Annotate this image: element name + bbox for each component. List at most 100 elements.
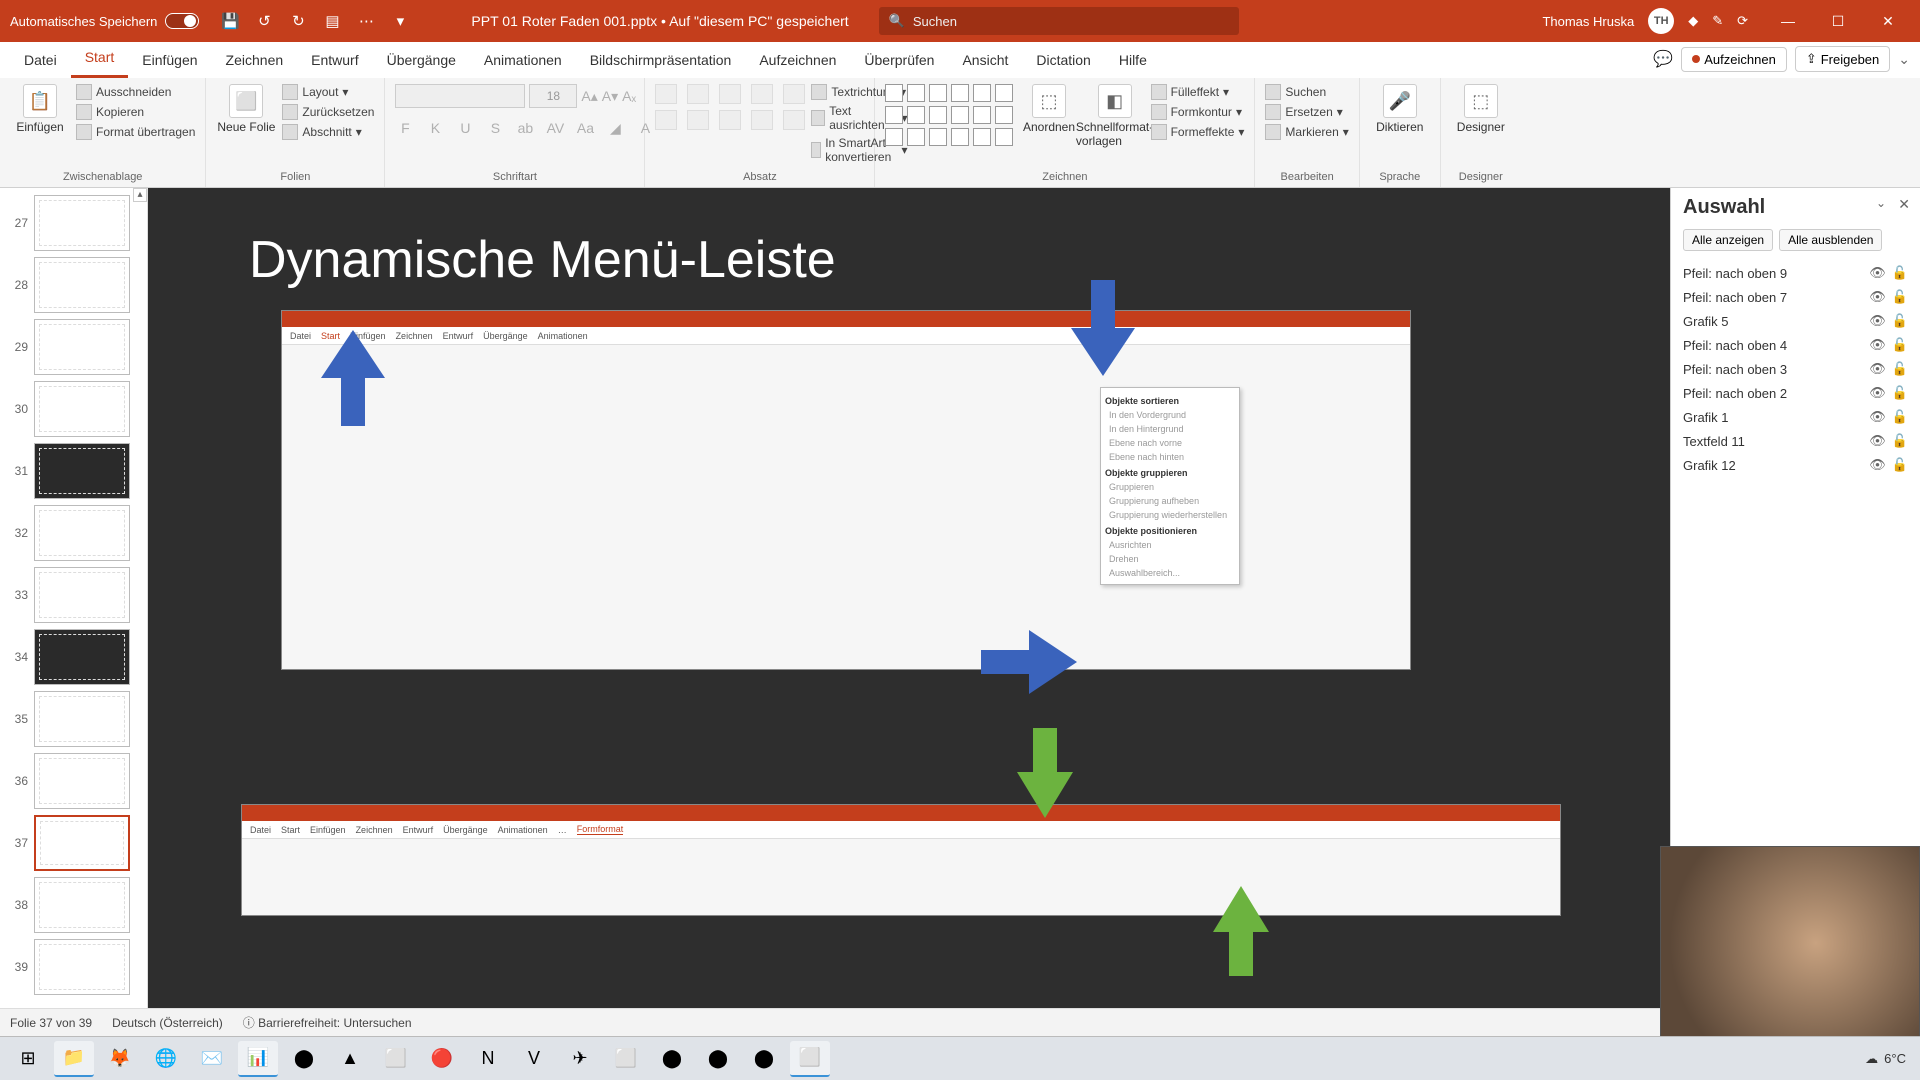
lock-icon[interactable]: 🔓 (1892, 289, 1908, 305)
reset-button[interactable]: Zurücksetzen (282, 104, 374, 120)
tab-aufzeichnen[interactable]: Aufzeichnen (745, 44, 850, 78)
selection-item[interactable]: Grafik 5👁🔓 (1683, 309, 1908, 333)
lock-icon[interactable]: 🔓 (1892, 337, 1908, 353)
maximize-button[interactable]: ☐ (1816, 13, 1860, 30)
underline-button[interactable]: U (455, 120, 475, 137)
scroll-up-icon[interactable]: ▴ (133, 188, 147, 202)
app-icon-6[interactable]: ⬤ (744, 1041, 784, 1077)
tab-animationen[interactable]: Animationen (470, 44, 576, 78)
present-icon[interactable]: ▤ (321, 10, 343, 32)
more-icon[interactable]: ⋯ (355, 10, 377, 32)
undo-icon[interactable]: ↺ (253, 10, 275, 32)
selection-pane-dropdown-icon[interactable]: ⌄ (1876, 196, 1886, 210)
numbering-icon[interactable] (687, 84, 709, 104)
case-button[interactable]: Aa (575, 120, 595, 137)
quickstyles-button[interactable]: ◧Schnellformat-vorlagen (1085, 84, 1145, 148)
lock-icon[interactable]: 🔓 (1892, 433, 1908, 449)
app-icon-1[interactable]: ⬤ (284, 1041, 324, 1077)
tab-ueberpruefen[interactable]: Überprüfen (850, 44, 948, 78)
ribbon-collapse-icon[interactable]: ⌄ (1898, 51, 1910, 68)
selection-item[interactable]: Pfeil: nach oben 2👁🔓 (1683, 381, 1908, 405)
telegram-icon[interactable]: ✈ (560, 1041, 600, 1077)
diamond-icon[interactable]: ◆ (1688, 13, 1698, 29)
lock-icon[interactable]: 🔓 (1892, 385, 1908, 401)
tab-bildschirmpraesentation[interactable]: Bildschirmpräsentation (576, 44, 746, 78)
thumb-31[interactable]: 31 (0, 440, 147, 502)
italic-button[interactable]: K (425, 120, 445, 137)
align-left-icon[interactable] (655, 110, 677, 130)
show-all-button[interactable]: Alle anzeigen (1683, 229, 1773, 251)
thumb-33[interactable]: 33 (0, 564, 147, 626)
thumb-35[interactable]: 35 (0, 688, 147, 750)
vlc-icon[interactable]: ▲ (330, 1041, 370, 1077)
highlight-button[interactable]: ◢ (605, 120, 625, 137)
weather-widget[interactable]: ☁ 6°C (1865, 1051, 1912, 1067)
tab-start[interactable]: Start (71, 41, 129, 78)
selection-item[interactable]: Pfeil: nach oben 9👁🔓 (1683, 261, 1908, 285)
tab-zeichnen[interactable]: Zeichnen (212, 44, 298, 78)
visio-icon[interactable]: V (514, 1041, 554, 1077)
powerpoint-icon[interactable]: 📊 (238, 1041, 278, 1077)
selection-item[interactable]: Grafik 12👁🔓 (1683, 453, 1908, 477)
tab-ansicht[interactable]: Ansicht (948, 44, 1022, 78)
user-avatar[interactable]: TH (1648, 8, 1674, 34)
app-icon-4[interactable]: ⬜ (606, 1041, 646, 1077)
lock-icon[interactable]: 🔓 (1892, 361, 1908, 377)
comments-icon[interactable]: 💬 (1653, 49, 1673, 69)
new-slide-button[interactable]: ⬜Neue Folie (216, 84, 276, 134)
justify-icon[interactable] (751, 110, 773, 130)
font-family-select[interactable] (395, 84, 525, 108)
selection-item[interactable]: Textfeld 11👁🔓 (1683, 429, 1908, 453)
shape-outline-button[interactable]: Formkontur ▾ (1151, 104, 1245, 120)
indent-inc-icon[interactable] (751, 84, 773, 104)
paste-button[interactable]: 📋Einfügen (10, 84, 70, 134)
selection-item[interactable]: Pfeil: nach oben 7👁🔓 (1683, 285, 1908, 309)
thumb-34[interactable]: 34 (0, 626, 147, 688)
autosave-toggle[interactable]: Automatisches Speichern (10, 13, 199, 29)
search-input[interactable]: 🔍 Suchen (879, 7, 1239, 35)
thumb-37[interactable]: 37 (0, 812, 147, 874)
close-button[interactable]: ✕ (1866, 13, 1910, 30)
thumb-27[interactable]: 27 (0, 192, 147, 254)
spacing-button[interactable]: AV (545, 120, 565, 137)
outlook-icon[interactable]: ✉️ (192, 1041, 232, 1077)
shrink-font-icon[interactable]: A▾ (602, 88, 618, 105)
record-button[interactable]: Aufzeichnen (1681, 47, 1787, 72)
thumb-38[interactable]: 38 (0, 874, 147, 936)
pen-icon[interactable]: ✎ (1712, 13, 1723, 29)
thumb-32[interactable]: 32 (0, 502, 147, 564)
replace-button[interactable]: Ersetzen ▾ (1265, 104, 1348, 120)
qat-dropdown-icon[interactable]: ▾ (389, 10, 411, 32)
slide-thumbnail-rail[interactable]: ▴ 27282930313233343536373839 (0, 188, 148, 1008)
shapes-gallery[interactable] (885, 84, 1013, 146)
tab-einfuegen[interactable]: Einfügen (128, 44, 211, 78)
app-icon-5[interactable]: ⬤ (652, 1041, 692, 1077)
app-icon-7[interactable]: ⬜ (790, 1041, 830, 1077)
selection-pane-close-icon[interactable]: ✕ (1898, 196, 1910, 213)
shape-fill-button[interactable]: Fülleffekt ▾ (1151, 84, 1245, 100)
strike-button[interactable]: S (485, 120, 505, 137)
clear-format-icon[interactable]: Aₓ (622, 88, 636, 104)
lock-icon[interactable]: 🔓 (1892, 457, 1908, 473)
format-painter-button[interactable]: Format übertragen (76, 124, 195, 140)
selection-item[interactable]: Pfeil: nach oben 4👁🔓 (1683, 333, 1908, 357)
visibility-icon[interactable]: 👁 (1869, 265, 1886, 281)
slide-editor[interactable]: Dynamische Menü-Leiste DateiStartEinfüge… (148, 188, 1670, 1008)
chrome-icon[interactable]: 🌐 (146, 1041, 186, 1077)
dictate-button[interactable]: 🎤Diktieren (1370, 84, 1430, 134)
visibility-icon[interactable]: 👁 (1869, 289, 1886, 305)
tab-dictation[interactable]: Dictation (1022, 44, 1104, 78)
copy-button[interactable]: Kopieren (76, 104, 195, 120)
thumb-30[interactable]: 30 (0, 378, 147, 440)
shadow-button[interactable]: ab (515, 120, 535, 137)
visibility-icon[interactable]: 👁 (1869, 457, 1886, 473)
share-button[interactable]: ⇪Freigeben (1795, 46, 1890, 72)
visibility-icon[interactable]: 👁 (1869, 337, 1886, 353)
bullets-icon[interactable] (655, 84, 677, 104)
language-indicator[interactable]: Deutsch (Österreich) (112, 1016, 223, 1030)
columns-icon[interactable] (783, 110, 805, 130)
tab-uebergaenge[interactable]: Übergänge (373, 44, 470, 78)
thumb-36[interactable]: 36 (0, 750, 147, 812)
selection-item[interactable]: Grafik 1👁🔓 (1683, 405, 1908, 429)
app-icon-3[interactable]: 🔴 (422, 1041, 462, 1077)
